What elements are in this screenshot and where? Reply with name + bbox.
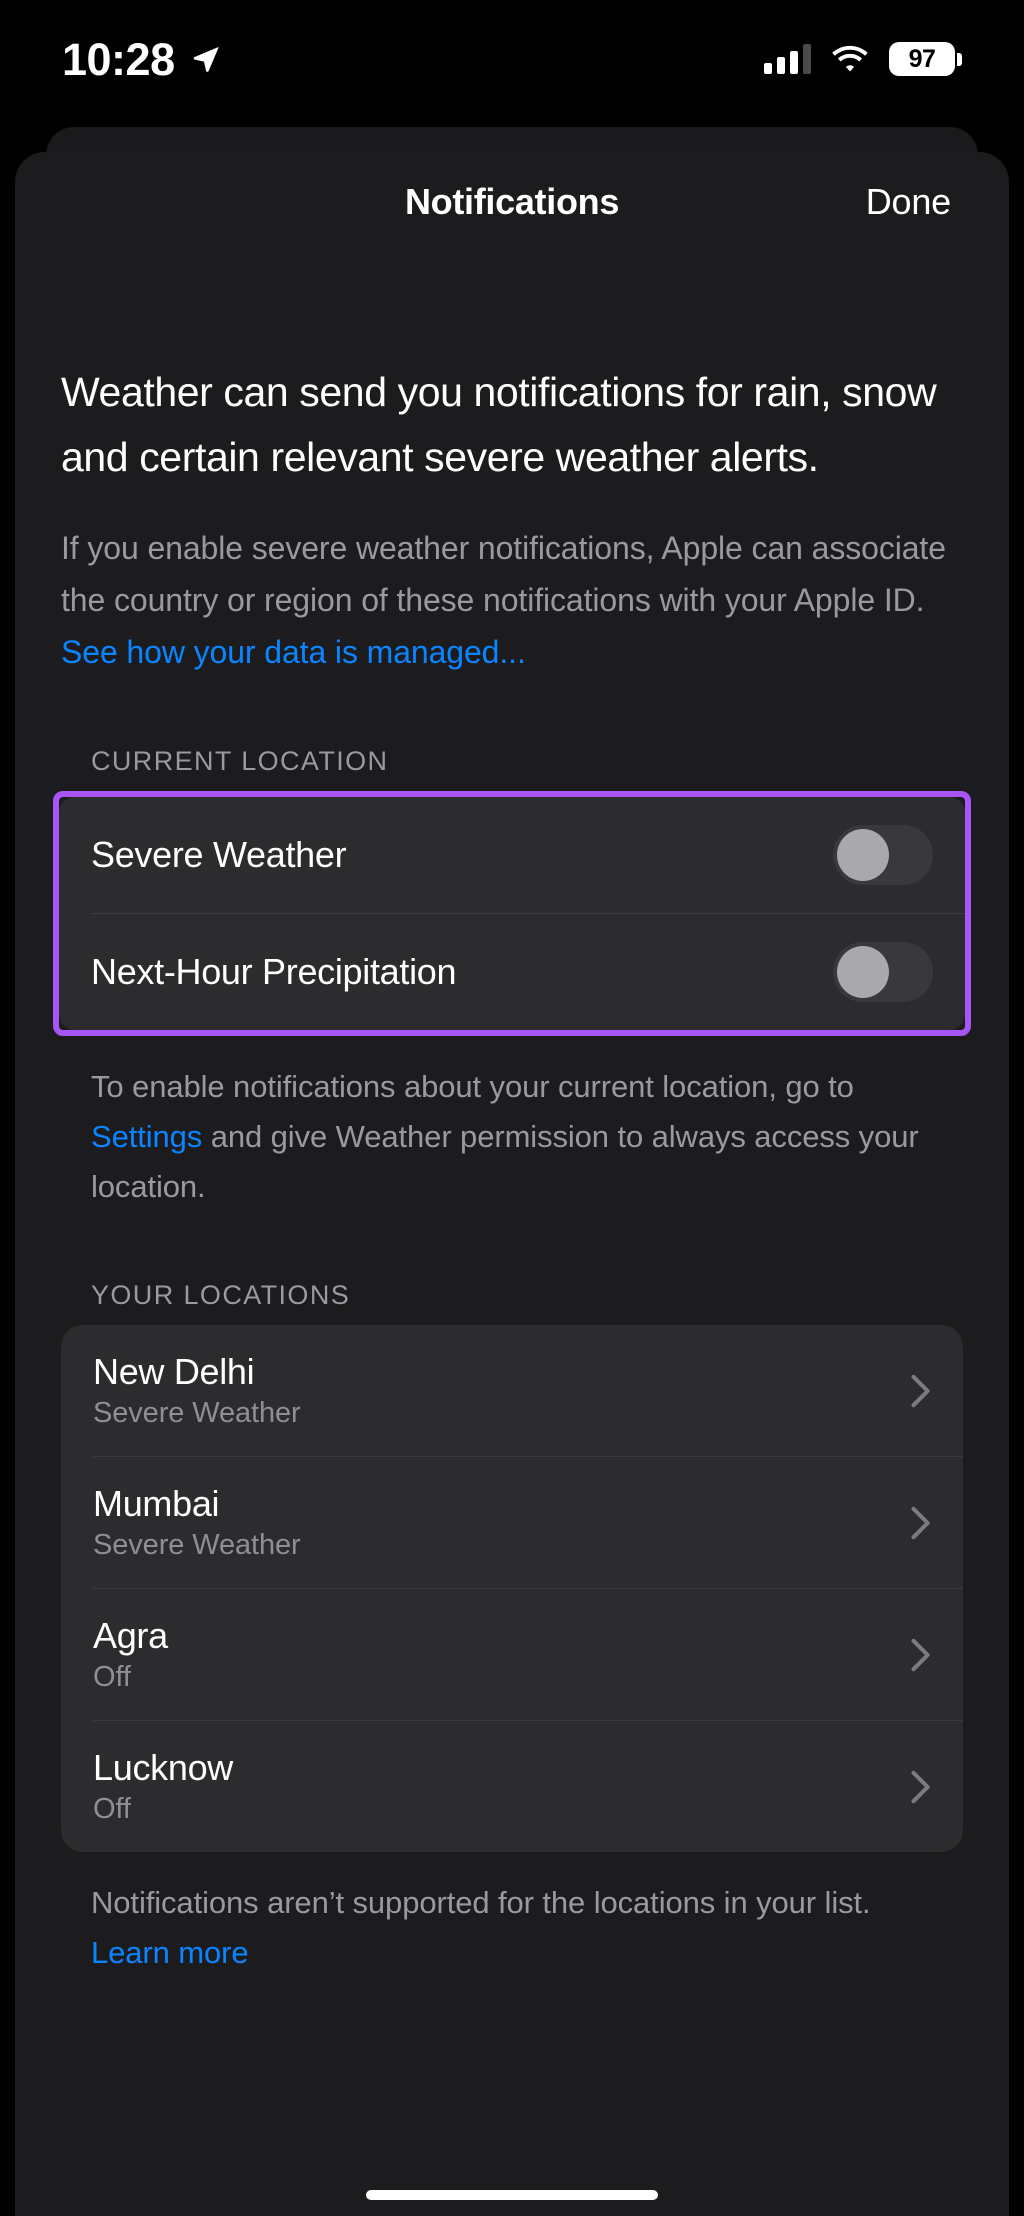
your-locations-footnote: Notifications aren’t supported for the l… (61, 1878, 963, 1978)
next-hour-precipitation-toggle[interactable] (833, 942, 933, 1002)
phone-screen: 10:28 97 Notifications Done Weather can … (0, 0, 1024, 2216)
current-location-section-header: CURRENT LOCATION (91, 746, 389, 776)
location-name: New Delhi (93, 1351, 255, 1392)
done-button[interactable]: Done (866, 181, 951, 223)
cellular-signal-icon (764, 44, 811, 74)
intro-heading: Weather can send you notifications for r… (61, 369, 937, 480)
intro-body-paragraph: If you enable severe weather notificatio… (61, 522, 963, 678)
battery-icon: 97 (889, 42, 962, 76)
list-item-lucknow[interactable]: Lucknow Off (61, 1721, 963, 1852)
row-next-hour-precipitation[interactable]: Next-Hour Precipitation (59, 914, 965, 1030)
current-location-card: Severe Weather Next-Hour Precipitation (59, 797, 965, 1030)
wifi-icon (832, 45, 868, 72)
row-label: Next-Hour Precipitation (91, 951, 457, 992)
status-bar-left: 10:28 (62, 37, 221, 82)
annotation-highlight-box: Severe Weather Next-Hour Precipitation (53, 791, 971, 1036)
your-locations-card: New Delhi Severe Weather Mumbai Severe W… (61, 1325, 963, 1852)
location-name: Lucknow (93, 1747, 233, 1788)
list-item-mumbai[interactable]: Mumbai Severe Weather (61, 1457, 963, 1588)
footnote-text-start: Notifications aren’t supported for the l… (91, 1885, 871, 1920)
location-status: Off (93, 1793, 131, 1825)
list-item-agra[interactable]: Agra Off (61, 1589, 963, 1720)
chevron-right-icon (911, 1770, 930, 1803)
location-status: Severe Weather (93, 1529, 301, 1561)
notifications-sheet: Notifications Done Weather can send you … (15, 152, 1009, 2216)
status-bar-clock: 10:28 (62, 33, 175, 85)
row-label: Severe Weather (91, 834, 347, 875)
sheet-content: Weather can send you notifications for r… (15, 360, 1009, 1978)
list-item-new-delhi[interactable]: New Delhi Severe Weather (61, 1325, 963, 1456)
home-indicator[interactable] (366, 2190, 658, 2200)
data-management-link[interactable]: See how your data is managed... (61, 634, 526, 670)
battery-percent-label: 97 (908, 44, 936, 73)
location-status: Off (93, 1661, 131, 1693)
sheet-navigation-bar: Notifications Done (15, 152, 1009, 252)
chevron-right-icon (911, 1374, 930, 1407)
chevron-right-icon (911, 1506, 930, 1539)
chevron-right-icon (911, 1638, 930, 1671)
severe-weather-toggle[interactable] (833, 825, 933, 885)
location-status: Severe Weather (93, 1397, 301, 1429)
row-severe-weather[interactable]: Severe Weather (59, 797, 965, 913)
your-locations-section-header: YOUR LOCATIONS (91, 1280, 351, 1310)
current-location-footnote: To enable notifications about your curre… (61, 1062, 963, 1212)
location-name: Agra (93, 1615, 168, 1656)
settings-link[interactable]: Settings (91, 1119, 202, 1154)
learn-more-link[interactable]: Learn more (91, 1935, 249, 1970)
footnote-text-start: To enable notifications about your curre… (91, 1069, 854, 1104)
status-bar: 10:28 97 (0, 0, 1024, 118)
page-title: Notifications (404, 181, 620, 222)
intro-body-text: If you enable severe weather notificatio… (61, 530, 946, 618)
location-arrow-icon (193, 47, 219, 72)
footnote-text-end: and give Weather permission to always ac… (91, 1119, 919, 1204)
location-name: Mumbai (93, 1483, 220, 1524)
status-bar-right: 97 (764, 42, 962, 76)
